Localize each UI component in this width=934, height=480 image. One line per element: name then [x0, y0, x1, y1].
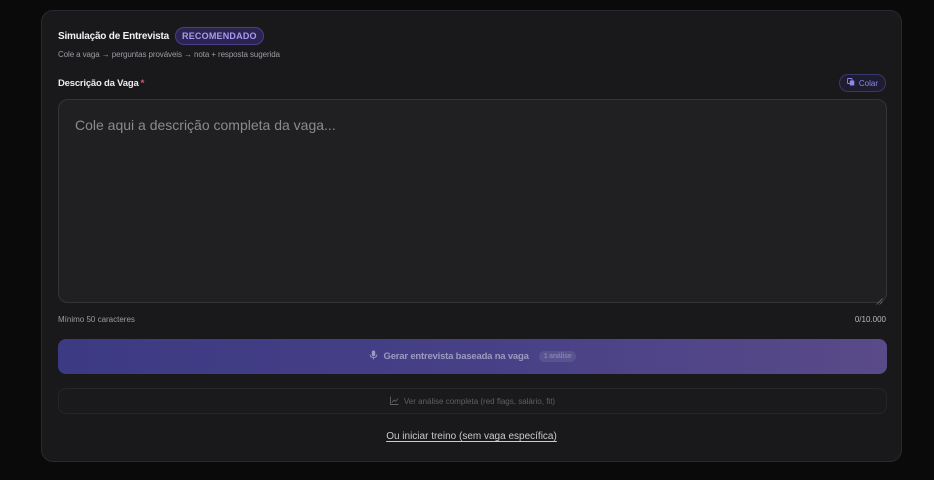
- generate-interview-button[interactable]: Gerar entrevista baseada na vaga 1 análi…: [58, 339, 887, 374]
- min-characters-hint: Mínimo 50 caracteres: [58, 315, 135, 324]
- job-description-label: Descrição da Vaga *: [58, 78, 144, 89]
- start-training-link[interactable]: Ou iniciar treino (sem vaga específica): [42, 431, 901, 442]
- chart-line-icon: [389, 396, 399, 407]
- required-mark: *: [140, 78, 145, 89]
- resize-handle-icon[interactable]: [876, 292, 883, 305]
- full-analysis-label: Ver análise completa (red flags, salário…: [403, 396, 556, 406]
- title-row: Simulação de Entrevista RECOMENDADO: [58, 27, 264, 45]
- field-label: Descrição da Vaga: [58, 78, 139, 89]
- job-description-textarea[interactable]: [59, 100, 886, 302]
- clipboard-icon: [846, 78, 855, 88]
- paste-button[interactable]: Colar: [838, 74, 886, 92]
- start-training-label: Ou iniciar treino (sem vaga específica): [386, 431, 557, 442]
- character-counter: 0/10.000: [854, 315, 886, 324]
- paste-button-label: Colar: [858, 78, 878, 88]
- card-subtitle: Cole a vaga → perguntas prováveis → nota…: [58, 50, 280, 59]
- job-description-textarea-wrapper: [58, 99, 887, 305]
- microphone-icon: [369, 350, 378, 363]
- recommended-badge: RECOMENDADO: [175, 27, 264, 45]
- full-analysis-button[interactable]: Ver análise completa (red flags, salário…: [58, 388, 887, 414]
- interview-simulation-card: Simulação de Entrevista RECOMENDADO Cole…: [41, 10, 902, 462]
- generate-button-label: Gerar entrevista baseada na vaga: [383, 351, 529, 362]
- card-title: Simulação de Entrevista: [58, 30, 170, 42]
- analysis-count-pill: 1 análise: [538, 351, 577, 362]
